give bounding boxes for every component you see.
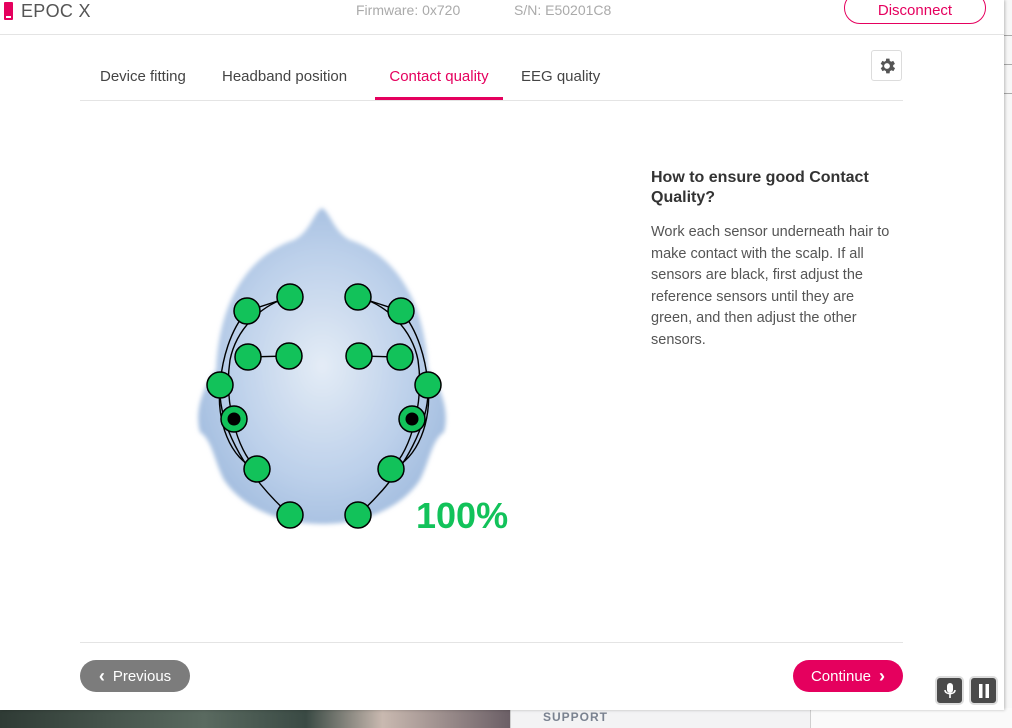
sensor <box>276 283 304 311</box>
contact-quality-dialog: EPOC X Firmware: 0x720 S/N: E50201C8 Dis… <box>0 0 1004 710</box>
headset-icon <box>4 2 13 20</box>
support-heading: SUPPORT <box>543 710 609 724</box>
disconnect-button[interactable]: Disconnect <box>844 0 986 24</box>
pause-icon <box>978 683 989 698</box>
sensor <box>344 283 372 311</box>
top-bar: EPOC X Firmware: 0x720 S/N: E50201C8 Dis… <box>0 0 1004 35</box>
help-title: How to ensure good Contact Quality? <box>651 169 869 206</box>
continue-label: Continue <box>810 667 872 685</box>
sensor <box>344 501 372 529</box>
reference-sensor-dot <box>227 412 241 426</box>
sensor-head-map <box>198 208 446 529</box>
gear-icon <box>880 58 895 73</box>
tab-contact-quality[interactable]: Contact quality <box>375 58 503 100</box>
sensor <box>414 371 442 399</box>
microphone-button[interactable] <box>935 676 964 705</box>
reference-sensor-dot <box>405 412 419 426</box>
sensor <box>276 501 304 529</box>
brand: EPOC X <box>4 0 91 22</box>
background-image-strip <box>0 708 510 728</box>
device-name: EPOC X <box>21 0 91 21</box>
pause-button[interactable] <box>969 676 998 705</box>
continue-button[interactable]: Continue › <box>793 660 903 692</box>
tab-headband-position[interactable]: Headband position <box>222 58 347 100</box>
sensor <box>234 343 262 371</box>
microphone-icon <box>943 682 956 698</box>
previous-button[interactable]: ‹ Previous <box>80 660 190 692</box>
background-right-panel <box>810 708 1012 728</box>
tab-eeg-quality[interactable]: EEG quality <box>521 58 600 100</box>
previous-label: Previous <box>112 667 172 685</box>
chevron-right-icon: › <box>879 666 886 686</box>
sensor <box>243 455 271 483</box>
sensor <box>387 297 415 325</box>
sensor <box>345 342 373 370</box>
contact-quality-percent: 100% <box>416 495 509 536</box>
tab-device-fitting[interactable]: Device fitting <box>100 58 186 100</box>
help-text: Work each sensor underneath hair to make… <box>651 224 890 348</box>
sensor <box>377 455 405 483</box>
sensor <box>206 371 234 399</box>
serial-number: S/N: E50201C8 <box>514 2 612 18</box>
footer-divider <box>80 642 903 643</box>
setup-tabs: Device fitting Headband position Contact… <box>80 58 903 101</box>
background-right-edge <box>1004 0 1012 708</box>
sensor <box>233 297 261 325</box>
firmware-version: Firmware: 0x720 <box>356 2 461 18</box>
chevron-left-icon: ‹ <box>98 666 105 686</box>
settings-button[interactable] <box>871 50 902 81</box>
sensor <box>275 342 303 370</box>
sensor <box>386 343 414 371</box>
